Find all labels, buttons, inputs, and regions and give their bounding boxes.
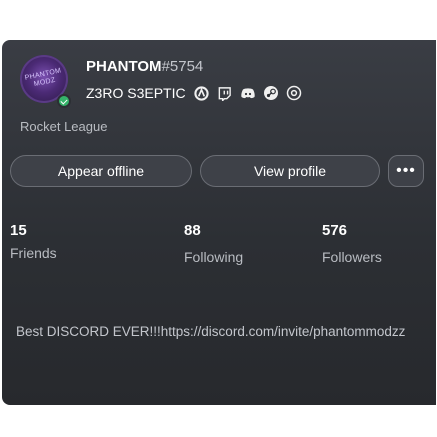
following-stat[interactable]: 88 Following [184,222,243,265]
more-options-button[interactable]: ••• [388,155,424,187]
appear-offline-button[interactable]: Appear offline [10,155,192,187]
friends-label: Friends [10,245,57,261]
followers-stat[interactable]: 576 Followers [322,222,382,265]
online-status-icon [57,94,71,108]
following-count: 88 [184,222,201,239]
discord-icon[interactable] [240,85,256,101]
steam-icon[interactable] [263,85,279,101]
twitch-icon[interactable] [217,85,233,101]
settings-icon[interactable] [286,85,302,101]
friends-stat[interactable]: 15 Friends [10,222,57,261]
title-row: Z3RO S3EPTIC [86,82,302,104]
avatar-logo-text: PHANTOM MODZ [24,67,62,89]
following-label: Following [184,249,244,265]
username-discriminator: #5754 [161,58,204,75]
title-icons [194,85,302,101]
username: PHANTOM#5754 [86,58,203,75]
view-profile-button[interactable]: View profile [200,155,380,187]
profile-panel: PHANTOM MODZ PHANTOM#5754 Z3RO S3EPTIC R… [2,40,436,405]
profile-title: Z3RO S3EPTIC [86,85,186,101]
profile-card: PHANTOM MODZ PHANTOM#5754 Z3RO S3EPTIC R… [0,0,437,437]
overwatch-icon[interactable] [194,85,210,101]
friends-count: 15 [10,222,27,239]
current-game: Rocket League [20,119,108,134]
followers-count: 576 [322,222,348,239]
followers-label: Followers [322,249,382,265]
username-name: PHANTOM [86,58,162,75]
profile-bio: Best DISCORD EVER!!!https://discord.com/… [16,324,406,339]
